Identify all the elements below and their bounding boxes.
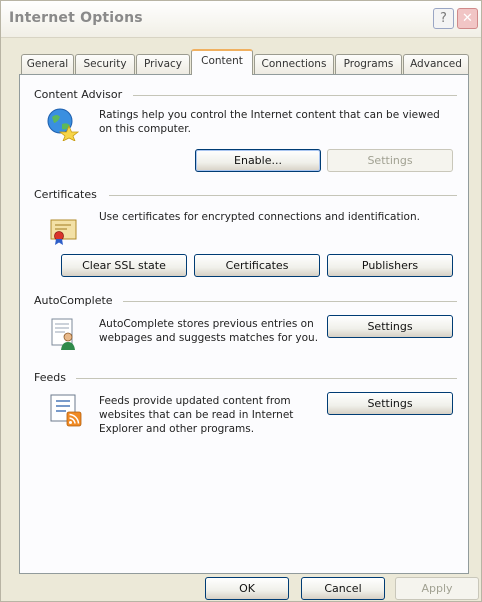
tab-general[interactable]: General [21,54,74,74]
clear-ssl-state-button[interactable]: Clear SSL state [61,254,187,277]
publishers-button[interactable]: Publishers [327,254,453,277]
tab-connections[interactable]: Connections [254,54,334,74]
certificates-divider [109,195,457,196]
enable-button[interactable]: Enable... [195,149,321,172]
tab-content[interactable]: Content [191,49,253,75]
certificates-heading: Certificates [34,188,97,201]
certificate-icon [50,219,77,245]
feed-icon [50,394,82,427]
certificates-description: Use certificates for encrypted connectio… [99,211,420,223]
help-button[interactable]: ? [433,8,454,29]
feeds-heading: Feeds [34,371,66,384]
close-button[interactable]: ✕ [457,8,478,29]
content-advisor-description: Ratings help you control the Internet co… [99,109,440,135]
autocomplete-description: AutoComplete stores previous entries on … [99,318,319,344]
content-advisor-divider [133,95,457,96]
feeds-settings-button[interactable]: Settings [327,392,453,415]
autocomplete-divider [123,301,457,302]
feeds-divider [76,378,457,379]
tab-privacy[interactable]: Privacy [136,54,190,74]
content-advisor-settings-button[interactable]: Settings [327,149,453,172]
cancel-button[interactable]: Cancel [301,577,385,600]
autocomplete-settings-button[interactable]: Settings [327,315,453,338]
feeds-description: Feeds provide updated content from websi… [99,395,294,435]
internet-options-dialog: Internet Options ? ✕ General Security Pr… [0,0,482,602]
tab-security[interactable]: Security [75,54,135,74]
certificates-button[interactable]: Certificates [194,254,320,277]
globe-star-icon [47,108,79,141]
apply-button[interactable]: Apply [395,577,479,600]
window-title: Internet Options [9,10,143,26]
tab-programs[interactable]: Programs [335,54,402,74]
title-bar[interactable]: Internet Options ? ✕ [1,1,481,38]
tab-advanced[interactable]: Advanced [403,54,469,74]
content-advisor-heading: Content Advisor [34,88,123,101]
autocomplete-icon [51,318,75,350]
ok-button[interactable]: OK [205,577,289,600]
autocomplete-heading: AutoComplete [34,294,113,307]
